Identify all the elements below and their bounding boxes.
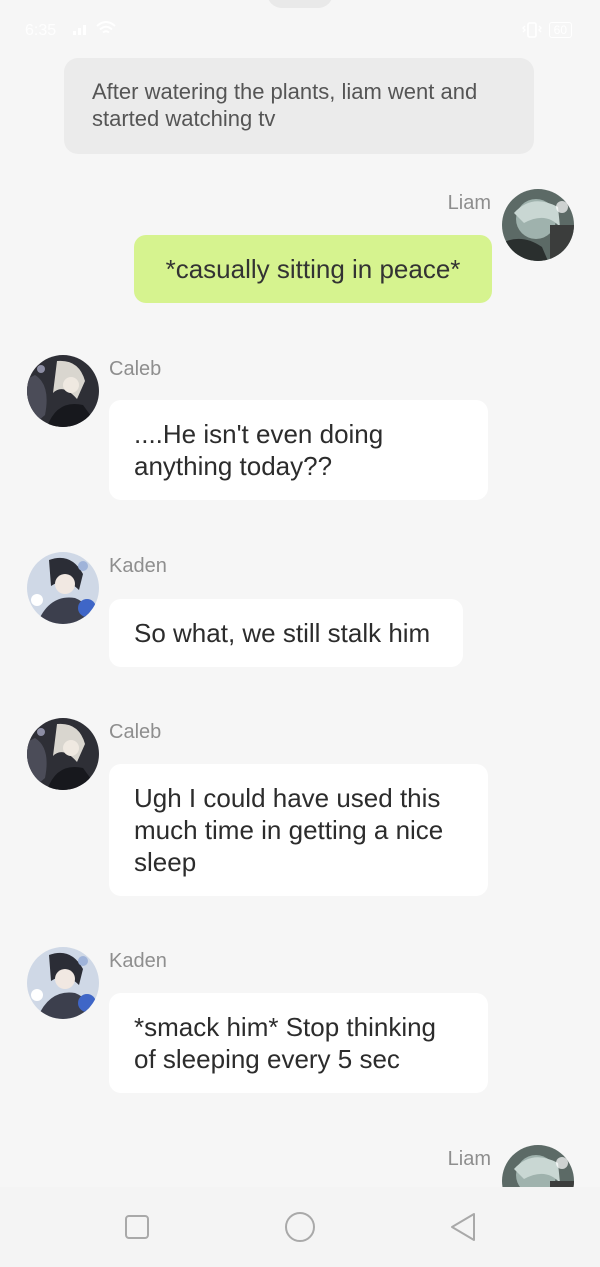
- chat-screen: 6:35 60 After watering the plants, liam …: [0, 0, 600, 1267]
- avatar-caleb[interactable]: [27, 718, 99, 790]
- battery-icon: 60: [548, 22, 572, 38]
- avatar-liam[interactable]: [502, 1145, 574, 1187]
- signal-icon: [73, 25, 86, 35]
- status-time: 6:35: [25, 22, 57, 39]
- status-bar: 6:35 60: [0, 0, 600, 62]
- status-right-icons: 60: [521, 21, 572, 39]
- message-bubble[interactable]: ....He isn't even doing anything today??: [109, 400, 488, 500]
- back-button[interactable]: [448, 1212, 478, 1242]
- message-bubble-own[interactable]: *casually sitting in peace*: [134, 235, 492, 303]
- narration-card: After watering the plants, liam went and…: [64, 58, 534, 154]
- camera-notch: [267, 0, 333, 8]
- recents-button[interactable]: [122, 1212, 152, 1242]
- circle-icon: [285, 1212, 315, 1242]
- message-bubble[interactable]: Ugh I could have used this much time in …: [109, 764, 488, 896]
- avatar-caleb[interactable]: [27, 355, 99, 427]
- avatar-kaden[interactable]: [27, 552, 99, 624]
- avatar-kaden[interactable]: [27, 947, 99, 1019]
- message-bubble[interactable]: So what, we still stalk him: [109, 599, 463, 667]
- sender-name: Kaden: [109, 950, 167, 972]
- home-button[interactable]: [283, 1210, 317, 1244]
- sender-name: Caleb: [109, 358, 162, 380]
- triangle-back-icon: [451, 1213, 475, 1241]
- sender-name: Kaden: [109, 555, 167, 577]
- square-icon: [125, 1215, 149, 1239]
- chat-area[interactable]: 6:35 60 After watering the plants, liam …: [0, 0, 600, 1187]
- status-left-icons: [72, 21, 116, 36]
- wifi-icon: [96, 21, 116, 34]
- sender-name: Liam: [447, 1148, 491, 1170]
- sender-name: Caleb: [109, 721, 162, 743]
- vibrate-icon: [521, 22, 542, 38]
- navigation-bar: [0, 1187, 600, 1267]
- message-bubble[interactable]: *smack him* Stop thinking of sleeping ev…: [109, 993, 488, 1093]
- avatar-liam[interactable]: [502, 189, 574, 261]
- sender-name: Liam: [447, 192, 491, 214]
